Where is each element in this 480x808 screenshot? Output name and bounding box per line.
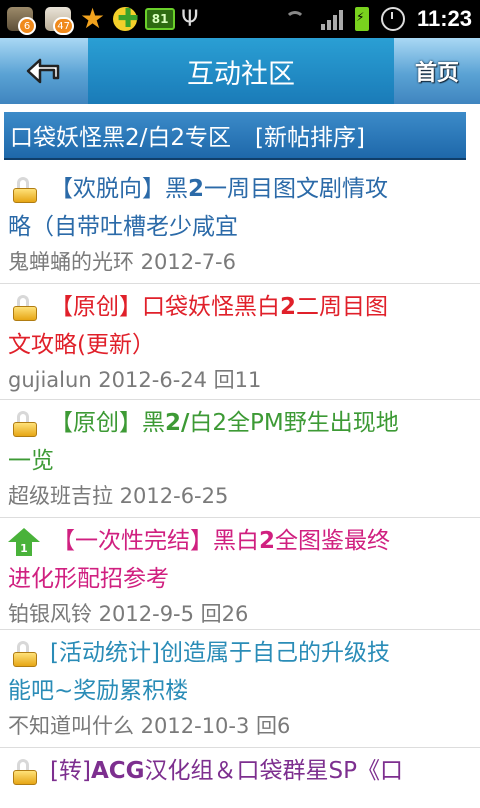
- post-title-part: 文攻略(更新）: [8, 332, 155, 358]
- post-meta: 鬼蝉蛹的光环 2012-7-6: [8, 250, 236, 274]
- lock-icon: [12, 176, 38, 203]
- lock-icon: [12, 758, 38, 785]
- list-item[interactable]: [活动统计]创造属于自己的升级技 能吧~奖励累积楼 不知道叫什么 2012-10…: [0, 630, 480, 748]
- post-title-part: 2/: [165, 410, 190, 436]
- post-title-part: [活动统计]创造属于自己的升级技: [50, 640, 390, 666]
- battery-icon: [354, 7, 369, 31]
- post-title-part: 2: [188, 176, 205, 202]
- post-meta: 不知道叫什么 2012-10-3 回6: [8, 714, 291, 738]
- post-title-part: [转]: [50, 758, 91, 784]
- post-title-part: 一览: [8, 448, 54, 474]
- post-title-part: 略（自带吐槽老少咸宜: [8, 214, 238, 240]
- post-meta: 超级班吉拉 2012-6-25: [8, 484, 229, 508]
- list-item[interactable]: 1 【一次性完结】黑白2全图鉴最终 进化形配招参考 铂银风铃 2012-9-5 回…: [0, 518, 480, 630]
- post-title-part: 【欢脱向】黑: [50, 176, 188, 202]
- home-button-label: 首页: [414, 61, 459, 86]
- star-icon: ★: [80, 2, 106, 35]
- up-arrow-icon: 1: [8, 527, 40, 556]
- sort-button[interactable]: [新帖排序]: [255, 118, 365, 152]
- post-title-part: 2: [280, 294, 297, 320]
- post-title-part: 白2全PM野生出现地: [189, 410, 399, 436]
- lock-icon: [12, 410, 38, 437]
- wifi-icon: [281, 9, 309, 29]
- section-title: 口袋妖怪黑2/白2专区: [10, 125, 232, 151]
- clock: 11:23: [416, 6, 472, 31]
- page-title-box: 互动社区: [88, 38, 394, 104]
- status-bar: 6 47 ★ ✚ 81 Ψ 11:23: [0, 0, 480, 38]
- list-item[interactable]: 【原创】黑2/白2全PM野生出现地 一览 超级班吉拉 2012-6-25: [0, 400, 480, 518]
- lock-icon: [12, 294, 38, 321]
- post-list: 【欢脱向】黑2一周目图文剧情攻 略（自带吐槽老少咸宜 鬼蝉蛹的光环 2012-7…: [0, 166, 480, 808]
- post-title-part: ACG: [90, 758, 145, 784]
- back-button[interactable]: [0, 38, 88, 104]
- post-title-part: 2: [259, 528, 276, 554]
- home-button[interactable]: 首页: [394, 38, 480, 104]
- post-title-part: 进化形配招参考: [8, 566, 169, 592]
- alarm-icon: [380, 7, 405, 31]
- post-title-part: 【原创】口袋妖怪黑白: [50, 294, 280, 320]
- post-title-part: 全图鉴最终: [275, 528, 391, 554]
- notification-app-icon: 6: [4, 3, 36, 35]
- post-meta: 铂银风铃 2012-9-5 回26: [8, 602, 249, 626]
- usb-icon: Ψ: [181, 6, 199, 32]
- section-header: 口袋妖怪黑2/白2专区 [新帖排序]: [4, 112, 466, 160]
- notification-badge: 6: [18, 17, 36, 35]
- battery-app-icon: 81: [145, 8, 176, 30]
- post-meta: gujialun 2012-6-24 回11: [8, 368, 262, 392]
- app-header: 互动社区 首页: [0, 38, 480, 104]
- list-item[interactable]: 【原创】口袋妖怪黑白2二周目图 文攻略(更新） gujialun 2012-6-…: [0, 284, 480, 400]
- post-title-part: 能吧~奖励累积楼: [8, 678, 189, 704]
- plus-icon: ✚: [111, 5, 139, 33]
- page-title: 互动社区: [187, 58, 295, 90]
- signal-icon: [320, 8, 343, 30]
- list-item[interactable]: 【欢脱向】黑2一周目图文剧情攻 略（自带吐槽老少咸宜 鬼蝉蛹的光环 2012-7…: [0, 166, 480, 284]
- list-item[interactable]: [转]ACG汉化组＆口袋群星SP《口: [0, 748, 480, 808]
- post-title-part: 【原创】黑: [50, 410, 165, 436]
- lock-icon: [12, 640, 38, 667]
- post-title-part: 【一次性完结】黑白: [52, 528, 259, 554]
- back-arrow-icon: [26, 58, 60, 84]
- post-title-part: 二周目图: [296, 294, 389, 320]
- notification-app-icon: 47: [42, 3, 74, 35]
- notification-icons: 6 47 ★ ✚ 81 Ψ: [4, 2, 198, 36]
- notification-badge: 47: [53, 17, 74, 35]
- post-title-part: 汉化组＆口袋群星SP《口: [144, 758, 403, 784]
- post-title-part: 一周目图文剧情攻: [204, 176, 389, 202]
